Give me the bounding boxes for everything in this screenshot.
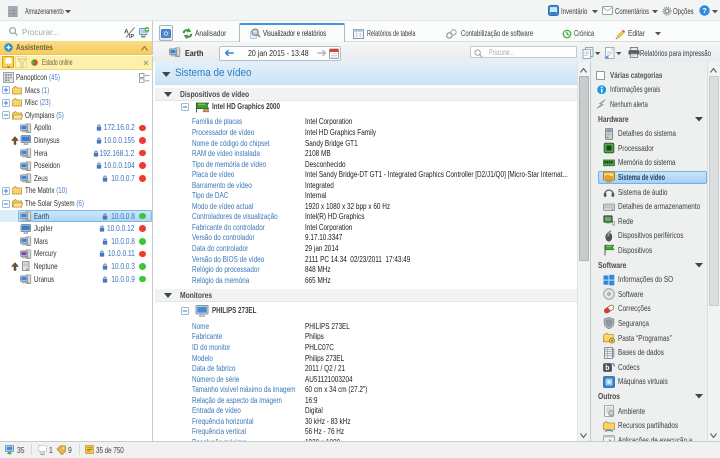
svg-text:IP: IP	[129, 34, 135, 38]
svg-text:?: ?	[702, 6, 707, 15]
svg-text:b: b	[605, 365, 609, 372]
